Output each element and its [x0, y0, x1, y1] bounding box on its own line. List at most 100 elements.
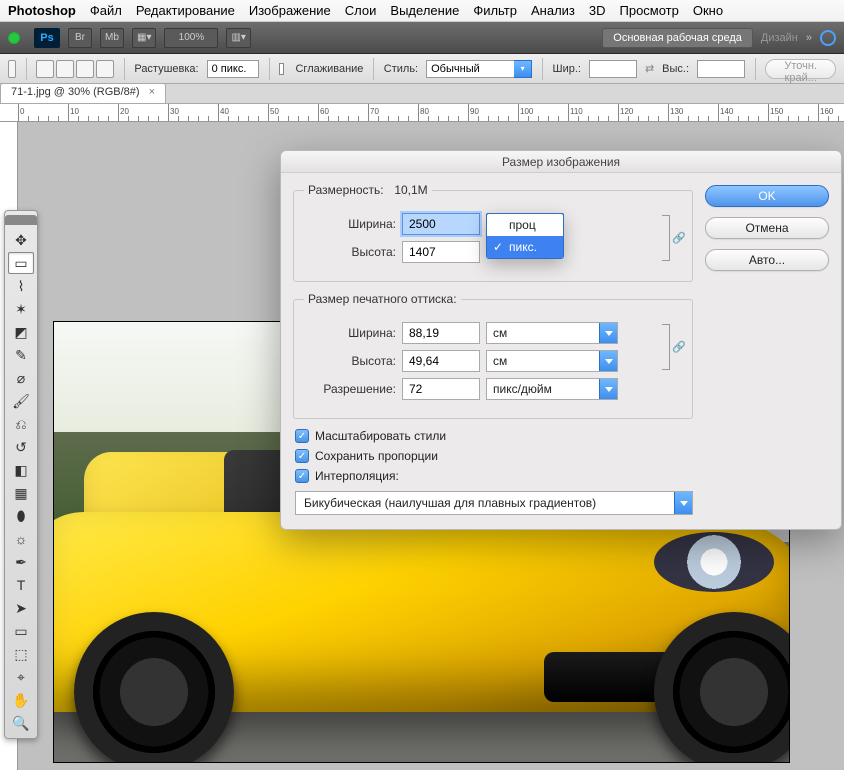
unit-option-percent[interactable]: проц [487, 214, 563, 236]
width-label: Шир.: [552, 63, 580, 75]
eyedropper-tool[interactable]: ✎ [8, 344, 34, 366]
tools-panel[interactable]: ✥ ▭ ⌇ ✶ ◩ ✎ ⌀ 🖌 ⎌ ↺ ◧ ▦ ⬮ ☼ ✒ T ➤ ▭ ⬚ ⌖ … [4, 210, 38, 739]
search-icon[interactable] [820, 30, 836, 46]
app-name: Photoshop [8, 3, 76, 18]
3d-tool[interactable]: ⬚ [8, 643, 34, 665]
menu-window[interactable]: Окно [693, 3, 723, 18]
style-select-value[interactable] [426, 60, 514, 78]
marquee-tool[interactable]: ▭ [8, 252, 34, 274]
document-tab[interactable]: 71-1.jpg @ 30% (RGB/8#) × [0, 83, 166, 103]
type-tool[interactable]: T [8, 574, 34, 596]
chevron-down-icon[interactable] [674, 492, 692, 514]
new-selection-icon[interactable] [36, 60, 54, 78]
resolution-unit-value: пикс/дюйм [493, 382, 552, 396]
pixel-height-label: Высота: [304, 245, 396, 259]
resolution-unit-select[interactable]: пикс/дюйм [486, 378, 618, 400]
scale-styles-label: Масштабировать стили [315, 429, 446, 443]
brush-tool[interactable]: 🖌 [8, 390, 34, 412]
print-size-legend: Размер печатного оттиска: [304, 292, 461, 306]
style-select[interactable]: ▾ [426, 60, 532, 78]
chevron-down-icon[interactable] [599, 323, 617, 343]
menu-edit[interactable]: Редактирование [136, 3, 235, 18]
style-label: Стиль: [384, 63, 418, 75]
healing-brush-tool[interactable]: ⌀ [8, 367, 34, 389]
menu-file[interactable]: Файл [90, 3, 122, 18]
zoom-level-select[interactable]: 100% [164, 28, 218, 48]
auto-button[interactable]: Авто... [705, 249, 829, 271]
cancel-button[interactable]: Отмена [705, 217, 829, 239]
screen-mode-button[interactable]: ▦▾ [132, 28, 156, 48]
hand-tool[interactable]: ✋ [8, 689, 34, 711]
unit-option-pixels[interactable]: пикс. [487, 236, 563, 258]
bridge-button[interactable]: Br [68, 28, 92, 48]
pixel-link-icon[interactable]: 🔗 [662, 211, 682, 265]
resolution-input[interactable] [402, 378, 480, 400]
blur-tool[interactable]: ⬮ [8, 505, 34, 527]
ok-button[interactable]: OK [705, 185, 829, 207]
horizontal-ruler: /* ticks rendered below via JS */ 010203… [0, 104, 844, 122]
shape-tool[interactable]: ▭ [8, 620, 34, 642]
print-width-input[interactable] [402, 322, 480, 344]
pixel-width-input[interactable] [402, 213, 480, 235]
print-height-input[interactable] [402, 350, 480, 372]
clone-stamp-tool[interactable]: ⎌ [8, 413, 34, 435]
app-toolbar: Ps Br Mb ▦▾ 100% ▥▾ Основная рабочая сре… [0, 22, 844, 54]
swap-dimensions-icon: ⇄ [645, 62, 654, 75]
overflow-chevron-icon[interactable]: » [806, 32, 812, 44]
tool-preset-icon[interactable] [8, 60, 16, 78]
menu-view[interactable]: Просмотр [620, 3, 679, 18]
options-bar: Растушевка: Сглаживание Стиль: ▾ Шир.: ⇄… [0, 54, 844, 84]
workspace: ✥ ▭ ⌇ ✶ ◩ ✎ ⌀ 🖌 ⎌ ↺ ◧ ▦ ⬮ ☼ ✒ T ➤ ▭ ⬚ ⌖ … [0, 122, 844, 770]
crop-tool[interactable]: ◩ [8, 321, 34, 343]
unit-dropdown[interactable]: проц пикс. [486, 213, 564, 259]
feather-input[interactable] [207, 60, 259, 78]
move-tool[interactable]: ✥ [8, 229, 34, 251]
resample-checkbox[interactable]: ✓ [295, 469, 309, 483]
menu-3d[interactable]: 3D [589, 3, 606, 18]
pen-tool[interactable]: ✒ [8, 551, 34, 573]
print-height-unit-select[interactable]: см [486, 350, 618, 372]
scale-styles-checkbox[interactable]: ✓ [295, 429, 309, 443]
workspace-design-label[interactable]: Дизайн [761, 32, 798, 44]
minibridge-button[interactable]: Mb [100, 28, 124, 48]
gradient-tool[interactable]: ▦ [8, 482, 34, 504]
traffic-light-green-icon[interactable] [8, 32, 20, 44]
resample-label: Интерполяция: [315, 469, 399, 483]
panel-grip-icon[interactable] [5, 215, 37, 225]
path-select-tool[interactable]: ➤ [8, 597, 34, 619]
menu-image[interactable]: Изображение [249, 3, 331, 18]
close-tab-icon[interactable]: × [149, 86, 155, 98]
chevron-down-icon[interactable] [599, 379, 617, 399]
zoom-tool[interactable]: 🔍 [8, 712, 34, 734]
width-input [589, 60, 637, 78]
subtract-selection-icon[interactable] [76, 60, 94, 78]
interpolation-value: Бикубическая (наилучшая для плавных град… [304, 496, 596, 510]
eraser-tool[interactable]: ◧ [8, 459, 34, 481]
dimensions-value: 10,1M [394, 183, 427, 197]
chevron-down-icon[interactable] [599, 351, 617, 371]
interpolation-select[interactable]: Бикубическая (наилучшая для плавных град… [295, 491, 693, 515]
image-size-dialog: Размер изображения Размерность: 10,1M Ши… [280, 150, 842, 530]
menu-layers[interactable]: Слои [345, 3, 377, 18]
history-brush-tool[interactable]: ↺ [8, 436, 34, 458]
document-tab-title: 71-1.jpg @ 30% (RGB/8#) [11, 86, 140, 98]
dodge-tool[interactable]: ☼ [8, 528, 34, 550]
print-width-unit-value: см [493, 326, 507, 340]
resolution-label: Разрешение: [304, 382, 396, 396]
menu-analysis[interactable]: Анализ [531, 3, 575, 18]
print-link-icon[interactable]: 🔗 [662, 320, 682, 374]
constrain-proportions-checkbox[interactable]: ✓ [295, 449, 309, 463]
lasso-tool[interactable]: ⌇ [8, 275, 34, 297]
print-width-unit-select[interactable]: см [486, 322, 618, 344]
3d-camera-tool[interactable]: ⌖ [8, 666, 34, 688]
chevron-updown-icon[interactable]: ▾ [514, 60, 532, 78]
intersect-selection-icon[interactable] [96, 60, 114, 78]
workspace-switcher[interactable]: Основная рабочая среда [602, 28, 753, 48]
dimensions-label: Размерность: [308, 183, 384, 197]
add-selection-icon[interactable] [56, 60, 74, 78]
pixel-height-input[interactable] [402, 241, 480, 263]
menu-filter[interactable]: Фильтр [473, 3, 517, 18]
menu-select[interactable]: Выделение [390, 3, 459, 18]
quick-select-tool[interactable]: ✶ [8, 298, 34, 320]
arrange-documents-button[interactable]: ▥▾ [226, 28, 250, 48]
